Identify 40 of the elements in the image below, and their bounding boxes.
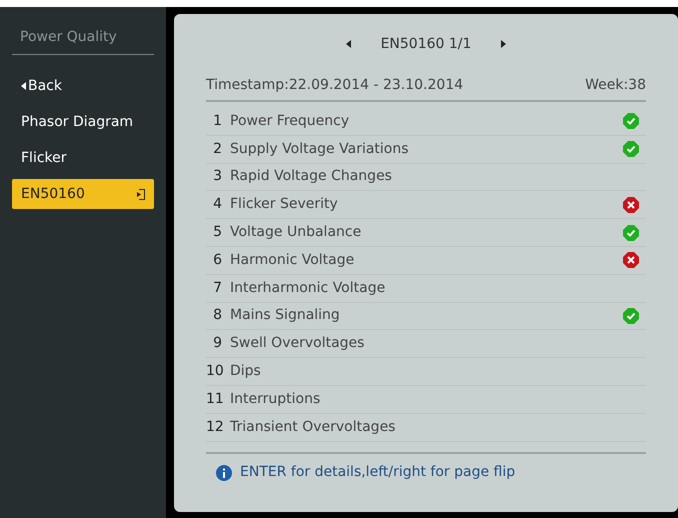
hint-text: ENTER for details,left/right for page flip [240, 463, 516, 482]
back-button[interactable]: Back [12, 71, 154, 101]
sidebar-item[interactable]: Phasor Diagram [12, 107, 154, 137]
test-label: Harmonic Voltage [230, 250, 356, 270]
triangle-left-icon [21, 82, 26, 90]
triangle-left-icon [346, 40, 351, 48]
row-number: 9 [212, 334, 223, 354]
test-label: Flicker Severity [230, 195, 339, 214]
sidebar-item[interactable]: Flicker [12, 143, 154, 173]
row-number: 2 [212, 140, 223, 159]
row-number: 1 [212, 112, 223, 131]
test-label: Interharmonic Voltage [230, 278, 386, 298]
row-number: 4 [212, 195, 223, 214]
row-number: 5 [212, 223, 223, 242]
previous-page-button[interactable] [346, 40, 351, 48]
triangle-right-icon [501, 40, 506, 48]
enter-icon [134, 188, 145, 200]
row-number: 7 [212, 278, 223, 298]
row-number: 10 [206, 362, 225, 382]
row-number: 11 [206, 390, 225, 409]
sidebar-item[interactable]: EN50160 [12, 179, 154, 209]
row-number: 8 [212, 306, 223, 326]
row-number: 6 [212, 250, 223, 270]
page-title: EN50160 1/1 [380, 34, 472, 54]
test-label: Interruptions [230, 390, 322, 409]
test-label: Supply Voltage Variations [230, 140, 410, 159]
timestamp: Timestamp:22.09.2014 - 23.10.2014 [206, 76, 464, 94]
test-label: Power Frequency [230, 112, 350, 131]
test-label: Mains Signaling [230, 306, 341, 326]
test-label: Dips [230, 362, 262, 382]
info-icon [216, 464, 232, 481]
test-label: Voltage Unbalance [230, 223, 362, 242]
row-number: 3 [212, 167, 223, 186]
sidebar-title: Power Quality [12, 27, 154, 55]
test-label: Rapid Voltage Changes [230, 167, 393, 186]
week-number: Week:38 [585, 76, 646, 94]
row-number: 12 [206, 418, 225, 437]
test-label: Swell Overvoltages [230, 334, 366, 354]
next-page-button[interactable] [501, 40, 506, 48]
test-label: Triansient Overvoltages [230, 418, 396, 437]
